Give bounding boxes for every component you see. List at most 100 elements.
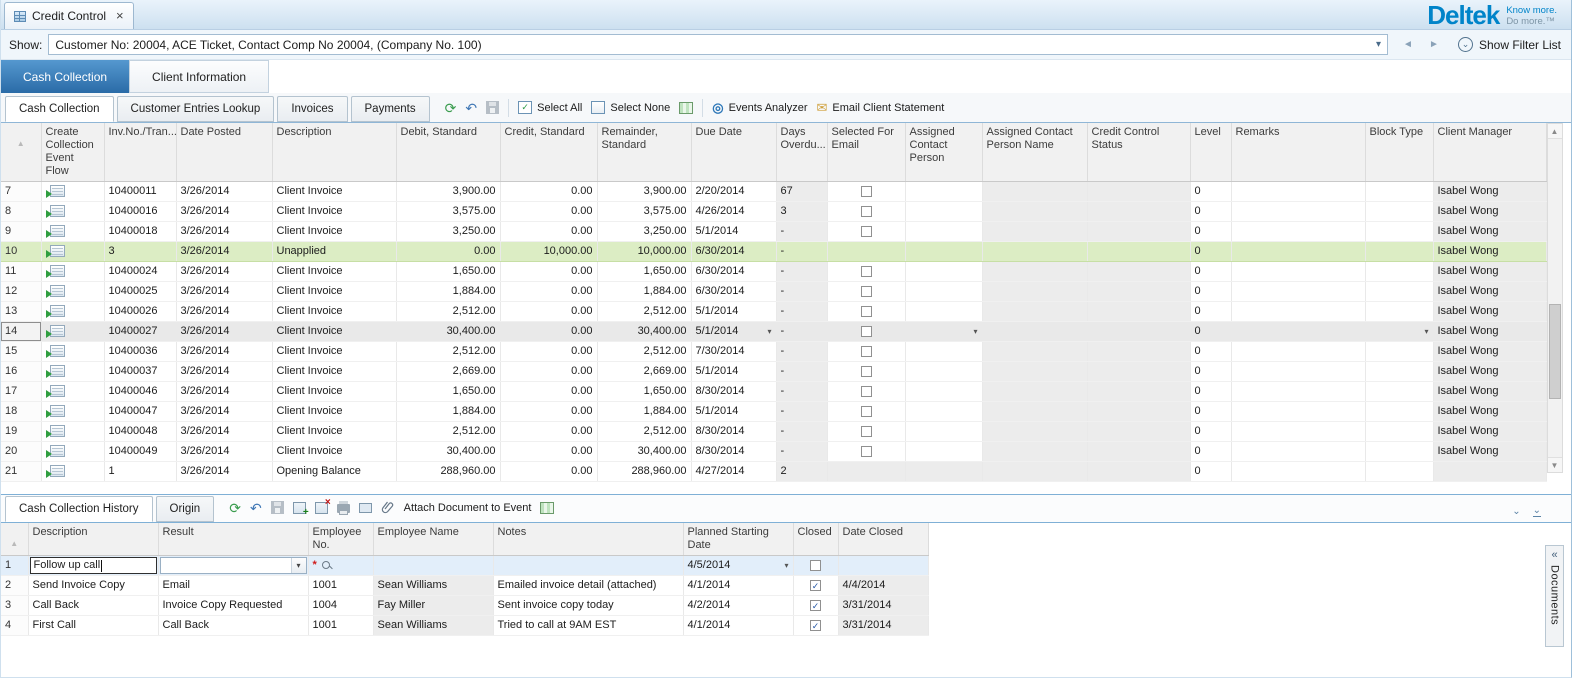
column-header[interactable]: Assigned Contact Person	[905, 123, 982, 182]
collection-event-flow-icon[interactable]	[50, 265, 65, 277]
subtab-origin[interactable]: Origin	[156, 496, 215, 522]
dock-panel-icon[interactable]: ⌄	[1533, 506, 1541, 517]
email-checkbox[interactable]	[861, 366, 872, 377]
dropdown-arrow-icon[interactable]: ▾	[784, 556, 788, 575]
create-collection-event-flow-cell[interactable]	[41, 442, 104, 462]
credit-control-status-cell[interactable]	[1087, 462, 1190, 482]
row-number-cell[interactable]: 7	[1, 182, 41, 202]
block-type-cell[interactable]	[1365, 242, 1433, 262]
block-type-cell[interactable]	[1365, 302, 1433, 322]
date-posted-cell[interactable]: 3/26/2014	[176, 462, 272, 482]
description-cell[interactable]: Opening Balance	[272, 462, 396, 482]
row-number-cell[interactable]: 11	[1, 262, 41, 282]
export-icon[interactable]	[359, 503, 372, 513]
remarks-cell[interactable]	[1231, 302, 1365, 322]
selected-for-email-cell[interactable]	[827, 362, 905, 382]
description-cell[interactable]: Send Invoice Copy	[28, 576, 158, 596]
assigned-contact-person-cell[interactable]	[905, 442, 982, 462]
date-posted-cell[interactable]: 3/26/2014	[176, 202, 272, 222]
inv-no-cell[interactable]: 10400027	[104, 322, 176, 342]
forward-button[interactable]: ►	[1424, 35, 1444, 55]
days-overdue-cell[interactable]: -	[776, 322, 827, 342]
level-cell[interactable]: 0	[1190, 422, 1231, 442]
credit-cell[interactable]: 0.00	[500, 322, 597, 342]
email-checkbox[interactable]	[861, 326, 872, 337]
inv-no-cell[interactable]: 3	[104, 242, 176, 262]
date-posted-cell[interactable]: 3/26/2014	[176, 182, 272, 202]
level-cell[interactable]: 0	[1190, 302, 1231, 322]
assigned-contact-person-name-cell[interactable]	[982, 362, 1087, 382]
remainder-cell[interactable]: 2,512.00	[597, 302, 691, 322]
level-cell[interactable]: 0	[1190, 362, 1231, 382]
column-header[interactable]: Remainder, Standard	[597, 123, 691, 182]
email-checkbox[interactable]	[861, 426, 872, 437]
assigned-contact-person-cell[interactable]	[905, 222, 982, 242]
notes-cell[interactable]: Tried to call at 9AM EST	[493, 616, 683, 636]
due-date-cell[interactable]: 6/30/2014	[691, 262, 776, 282]
block-type-cell[interactable]	[1365, 202, 1433, 222]
date-posted-cell[interactable]: 3/26/2014	[176, 342, 272, 362]
client-manager-cell[interactable]: Isabel Wong	[1433, 422, 1546, 442]
assigned-contact-person-cell[interactable]	[905, 202, 982, 222]
description-cell[interactable]: Client Invoice	[272, 422, 396, 442]
level-cell[interactable]: 0	[1190, 242, 1231, 262]
revert-icon[interactable]: ↶	[250, 501, 262, 515]
block-type-cell[interactable]	[1365, 362, 1433, 382]
result-cell[interactable]: Invoice Copy Requested	[158, 596, 308, 616]
client-manager-cell[interactable]	[1433, 462, 1546, 482]
level-cell[interactable]: 0	[1190, 382, 1231, 402]
column-header[interactable]: Description	[28, 523, 158, 556]
column-header[interactable]: Days Overdu...	[776, 123, 827, 182]
date-posted-cell[interactable]: 3/26/2014	[176, 262, 272, 282]
level-cell[interactable]: 0	[1190, 202, 1231, 222]
create-collection-event-flow-cell[interactable]	[41, 282, 104, 302]
credit-control-status-cell[interactable]	[1087, 342, 1190, 362]
row-number-cell[interactable]: 19	[1, 422, 41, 442]
debit-cell[interactable]: 1,650.00	[396, 382, 500, 402]
assigned-contact-person-name-cell[interactable]	[982, 222, 1087, 242]
client-manager-cell[interactable]: Isabel Wong	[1433, 182, 1546, 202]
inv-no-cell[interactable]: 10400049	[104, 442, 176, 462]
block-type-cell[interactable]	[1365, 422, 1433, 442]
employee-name-cell[interactable]	[373, 556, 493, 576]
date-closed-cell[interactable]: 3/31/2014	[838, 596, 928, 616]
assigned-contact-person-cell[interactable]	[905, 182, 982, 202]
collection-event-flow-icon[interactable]	[50, 185, 65, 197]
level-cell[interactable]: 0	[1190, 282, 1231, 302]
remarks-cell[interactable]	[1231, 422, 1365, 442]
remarks-cell[interactable]	[1231, 402, 1365, 422]
row-number-cell[interactable]: 3	[1, 596, 28, 616]
assigned-contact-person-cell[interactable]	[905, 462, 982, 482]
remainder-cell[interactable]: 30,400.00	[597, 442, 691, 462]
credit-control-status-cell[interactable]	[1087, 182, 1190, 202]
subtab-cash-collection-history[interactable]: Cash Collection History	[5, 496, 153, 522]
table-row[interactable]: 13104000263/26/2014Client Invoice2,512.0…	[1, 302, 1546, 322]
search-lookup-icon[interactable]	[322, 561, 330, 569]
collection-event-flow-icon[interactable]	[50, 425, 65, 437]
remainder-cell[interactable]: 2,512.00	[597, 342, 691, 362]
due-date-cell[interactable]: 4/27/2014	[691, 462, 776, 482]
column-header[interactable]: Planned Starting Date	[683, 523, 793, 556]
debit-cell[interactable]: 2,512.00	[396, 342, 500, 362]
revert-icon[interactable]: ↶	[465, 101, 477, 115]
client-manager-cell[interactable]: Isabel Wong	[1433, 222, 1546, 242]
subtab-invoices[interactable]: Invoices	[277, 96, 347, 122]
debit-cell[interactable]: 288,960.00	[396, 462, 500, 482]
table-row[interactable]: 8104000163/26/2014Client Invoice3,575.00…	[1, 202, 1546, 222]
selected-for-email-cell[interactable]	[827, 402, 905, 422]
table-row[interactable]: 9104000183/26/2014Client Invoice3,250.00…	[1, 222, 1546, 242]
collection-event-flow-icon[interactable]	[50, 385, 65, 397]
description-cell[interactable]: Client Invoice	[272, 442, 396, 462]
column-header[interactable]: Date Posted	[176, 123, 272, 182]
row-number-cell[interactable]: 1	[1, 556, 28, 576]
date-posted-cell[interactable]: 3/26/2014	[176, 402, 272, 422]
collection-event-flow-icon[interactable]	[50, 305, 65, 317]
remarks-cell[interactable]	[1231, 322, 1365, 342]
assigned-contact-person-cell[interactable]	[905, 242, 982, 262]
remarks-cell[interactable]	[1231, 362, 1365, 382]
level-cell[interactable]: 0	[1190, 342, 1231, 362]
closed-cell[interactable]: ✓	[793, 596, 838, 616]
table-row[interactable]: 16104000373/26/2014Client Invoice2,669.0…	[1, 362, 1546, 382]
selected-for-email-cell[interactable]	[827, 422, 905, 442]
employee-name-cell[interactable]: Sean Williams	[373, 576, 493, 596]
